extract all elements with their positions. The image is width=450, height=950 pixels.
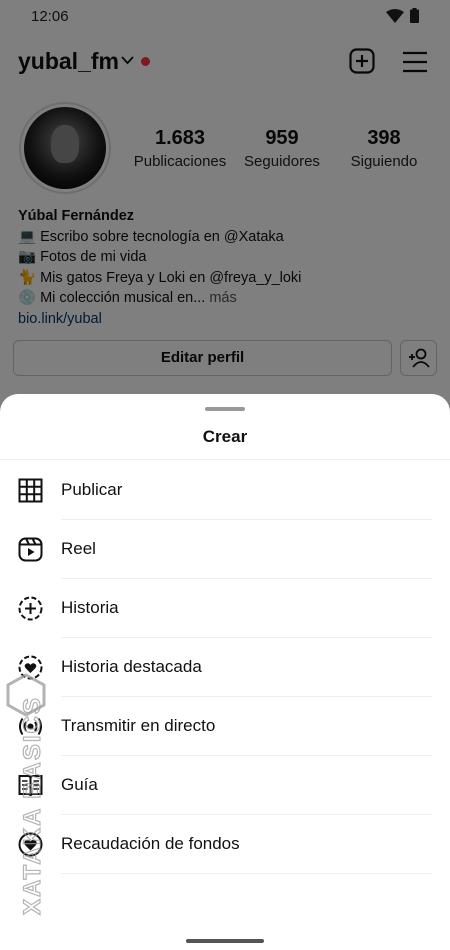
xataka-basics-watermark: XATAKA BASICS: [6, 673, 47, 916]
create-item-recaudacion[interactable]: Recaudación de fondos: [0, 815, 450, 874]
sheet-drag-handle[interactable]: [205, 407, 245, 411]
story-add-icon: [18, 596, 43, 621]
create-item-historia[interactable]: Historia: [0, 579, 450, 638]
item-label: Transmitir en directo: [61, 716, 216, 735]
create-item-historia-destacada[interactable]: Historia destacada: [0, 638, 450, 697]
item-label: Historia destacada: [61, 657, 202, 676]
create-item-guia[interactable]: Guía: [0, 756, 450, 815]
divider: [61, 873, 432, 874]
item-label: Guía: [61, 775, 98, 794]
grid-icon: [18, 478, 43, 503]
item-label: Publicar: [61, 480, 123, 499]
create-item-transmitir[interactable]: Transmitir en directo: [0, 697, 450, 756]
reel-icon: [18, 537, 43, 562]
create-item-reel[interactable]: Reel: [0, 520, 450, 579]
divider: [0, 459, 450, 460]
sheet-title: Crear: [202, 427, 248, 446]
watermark-text: XATAKA BASICS: [19, 696, 46, 915]
create-item-publicar[interactable]: Publicar: [0, 461, 450, 520]
create-bottom-sheet: Crear Publicar Reel Historia Historia de…: [0, 394, 450, 950]
item-label: Recaudación de fondos: [61, 834, 240, 853]
item-label: Historia: [61, 598, 119, 617]
item-label: Reel: [61, 539, 96, 558]
gesture-nav-bar[interactable]: [186, 939, 264, 943]
